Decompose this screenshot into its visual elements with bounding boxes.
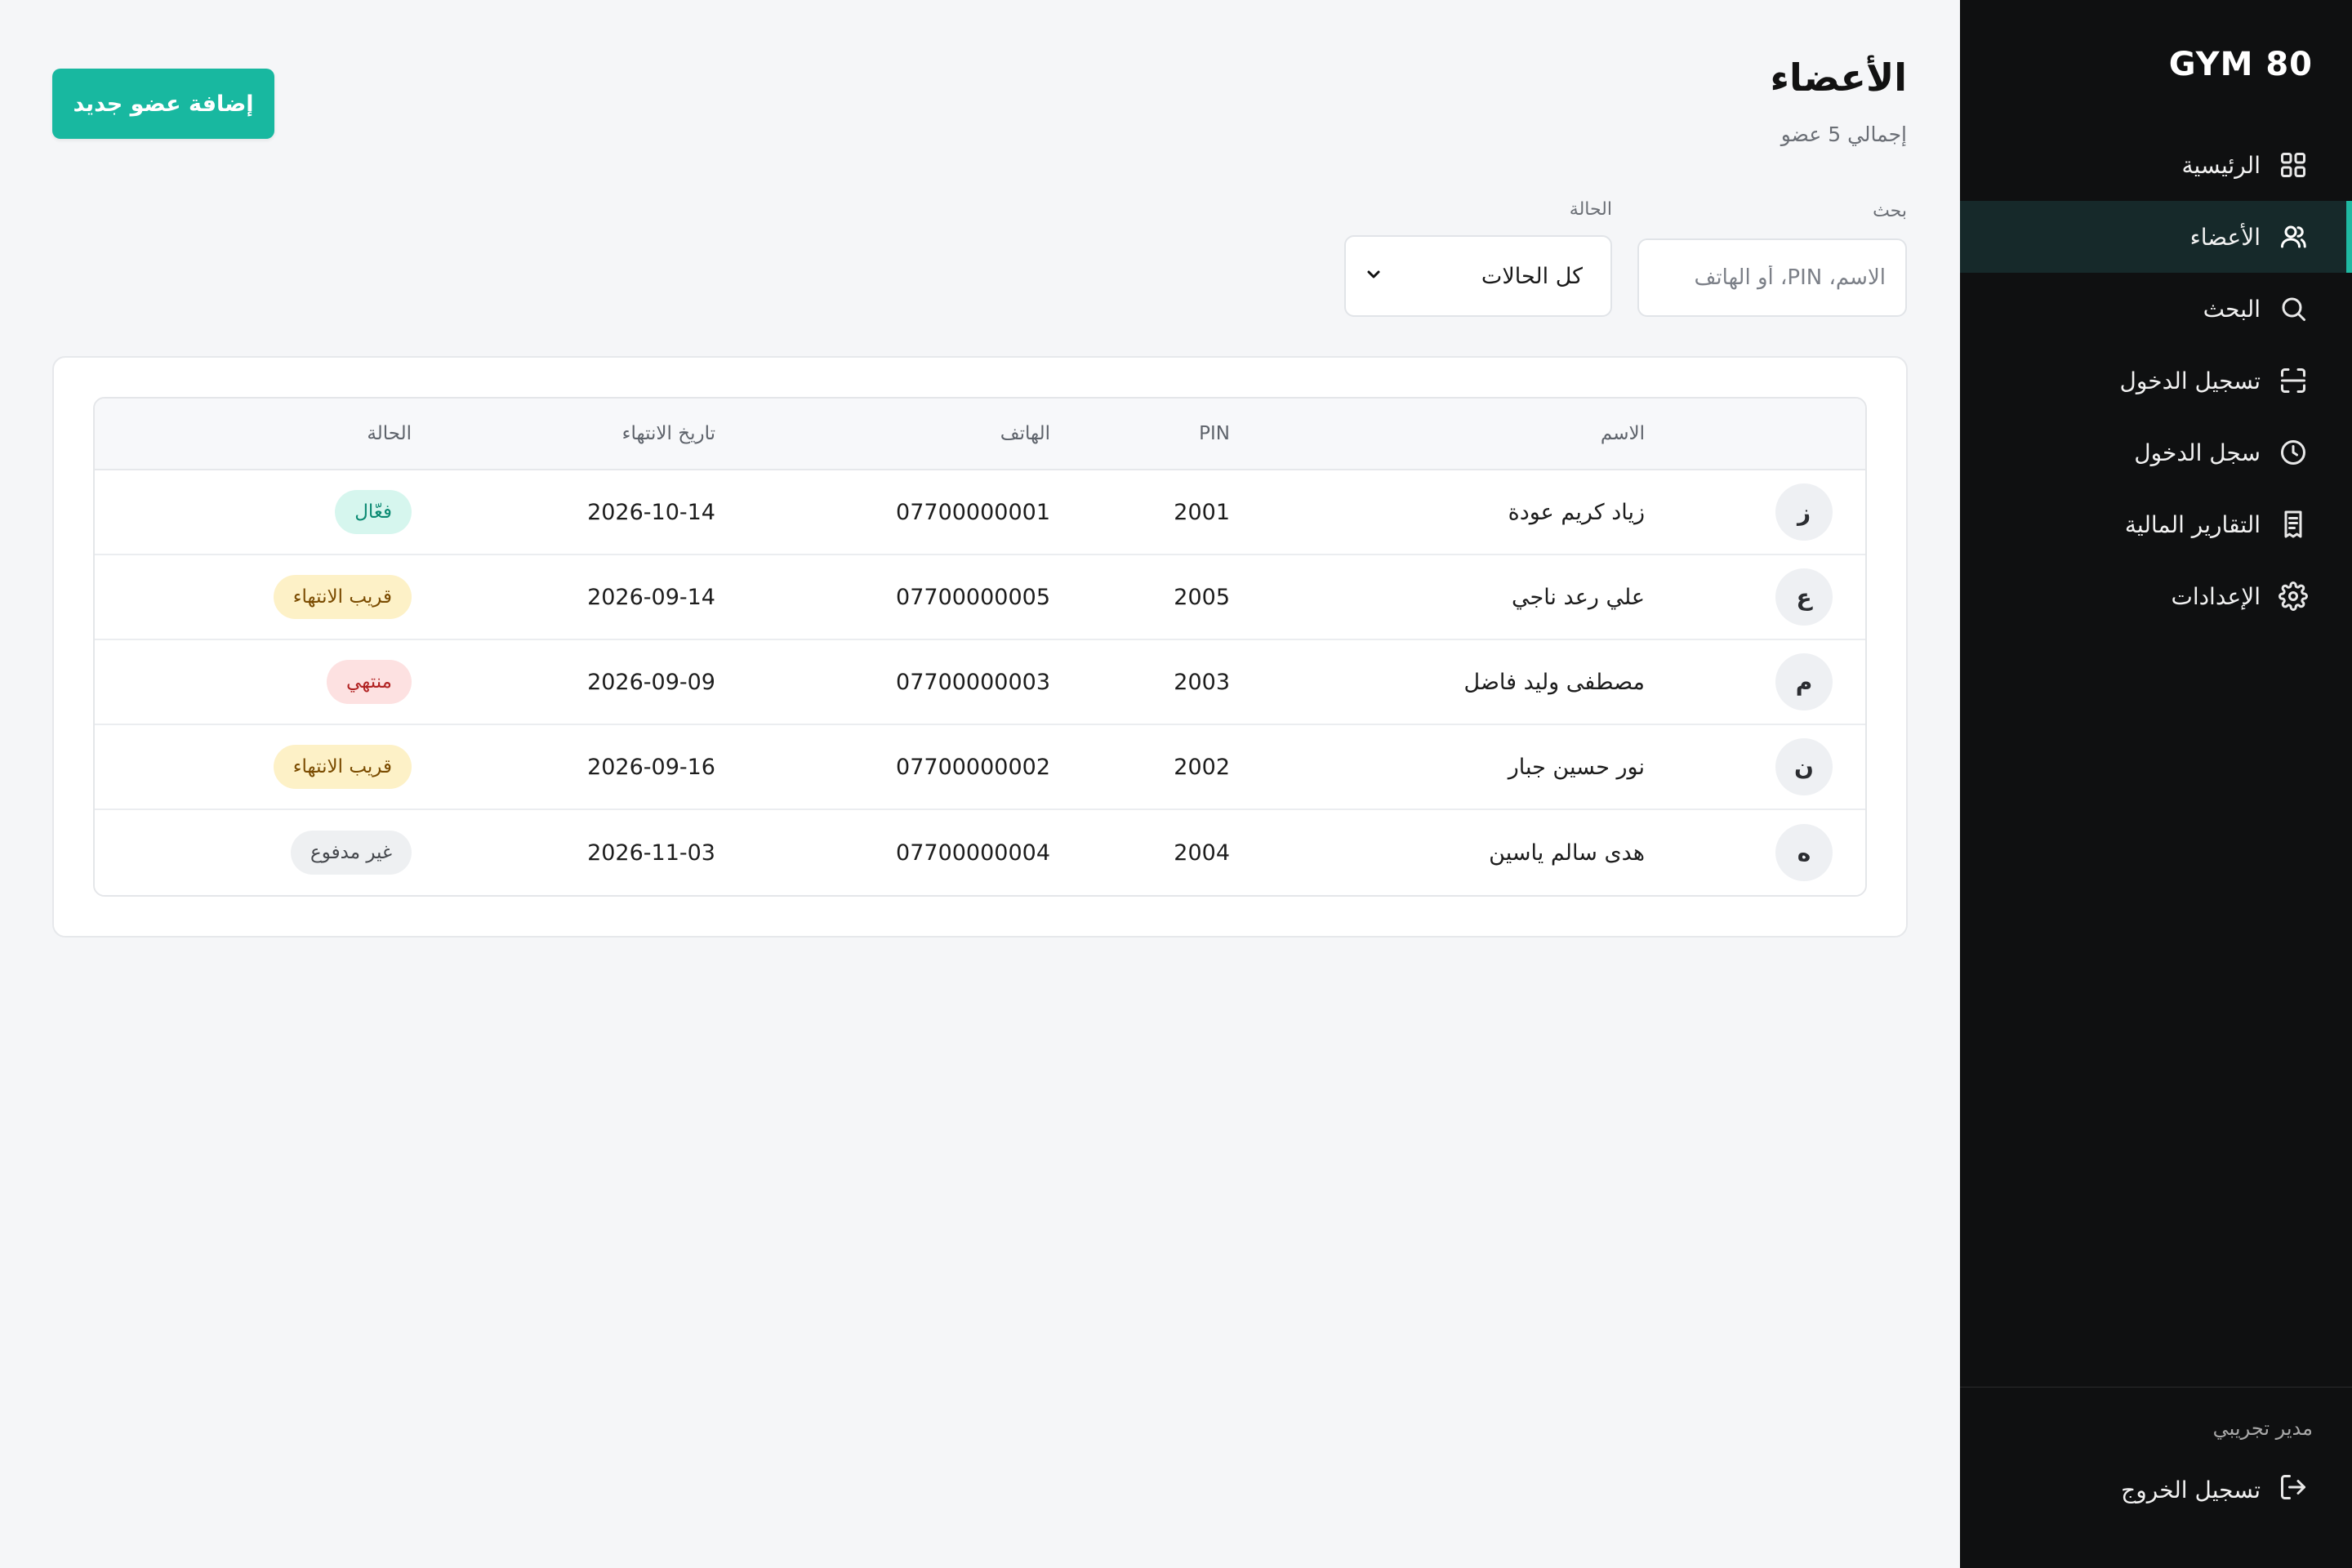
member-name[interactable]: نور حسين جبار: [1508, 725, 1645, 808]
sidebar-item-check-in[interactable]: تسجيل الدخول: [1960, 345, 2352, 416]
member-expiry: 2026-09-09: [587, 669, 715, 695]
member-name[interactable]: زياد كريم عودة: [1508, 470, 1645, 554]
status-badge: قريب الانتهاء: [273, 745, 412, 789]
member-phone: 07700000005: [896, 584, 1050, 610]
member-name[interactable]: مصطفى وليد فاضل: [1464, 640, 1645, 724]
member-pin: 2005: [1174, 584, 1230, 610]
add-member-button[interactable]: إضافة عضو جديد: [52, 69, 274, 139]
avatar: م: [1775, 653, 1833, 710]
sidebar-item-check-in-log[interactable]: سجل الدخول: [1960, 416, 2352, 488]
members-table: الاسم PIN الهاتف تاريخ الانتهاء الحالة ز…: [93, 397, 1867, 897]
table-row[interactable]: ز زياد كريم عودة 2001 07700000001 2026-1…: [95, 470, 1865, 555]
search-label: بحث: [1873, 201, 1907, 221]
app-root: GYM 80 الرئيسية الأعضاء البحث تسجيل الدخ…: [0, 0, 2352, 1568]
sidebar-item-search[interactable]: البحث: [1960, 273, 2352, 345]
status-filter-value: كل الحالات: [1481, 263, 1583, 289]
logout-button[interactable]: تسجيل الخروج: [2121, 1472, 2308, 1508]
sidebar-item-financial-reports[interactable]: التقارير المالية: [1960, 488, 2352, 560]
status-badge: غير مدفوع: [291, 831, 412, 875]
member-expiry: 2026-10-14: [587, 499, 715, 525]
clock-icon: [2278, 438, 2308, 467]
avatar: ز: [1775, 483, 1833, 541]
sidebar-item-members[interactable]: الأعضاء: [1960, 201, 2352, 273]
member-pin: 2004: [1174, 840, 1230, 866]
users-icon: [2278, 222, 2308, 252]
column-header-status[interactable]: الحالة: [367, 399, 412, 469]
sidebar-item-label: الأعضاء: [2189, 223, 2261, 251]
table-row[interactable]: ع علي رعد ناجي 2005 07700000005 2026-09-…: [95, 555, 1865, 640]
members-card: الاسم PIN الهاتف تاريخ الانتهاء الحالة ز…: [52, 356, 1908, 938]
member-pin: 2001: [1174, 499, 1230, 525]
receipt-icon: [2278, 510, 2308, 539]
member-phone: 07700000002: [896, 754, 1050, 780]
column-header-expiry[interactable]: تاريخ الانتهاء: [622, 399, 715, 469]
status-filter-select[interactable]: كل الحالات: [1344, 235, 1612, 317]
table-row[interactable]: ه هدى سالم ياسين 2004 07700000004 2026-1…: [95, 810, 1865, 895]
logout-icon: [2278, 1472, 2308, 1508]
member-phone: 07700000003: [896, 669, 1050, 695]
sidebar-item-label: سجل الدخول: [2134, 439, 2261, 466]
grid-icon: [2278, 150, 2308, 180]
current-user-name: مدير تجريبي: [2212, 1417, 2313, 1440]
sidebar-item-label: البحث: [2203, 295, 2261, 323]
member-name[interactable]: هدى سالم ياسين: [1489, 810, 1645, 895]
column-header-name[interactable]: الاسم: [1601, 399, 1645, 469]
search-input[interactable]: [1637, 238, 1907, 317]
column-header-pin[interactable]: PIN: [1199, 399, 1230, 469]
table-row[interactable]: م مصطفى وليد فاضل 2003 07700000003 2026-…: [95, 640, 1865, 725]
status-badge: منتهي: [327, 660, 412, 704]
status-badge: فعّال: [335, 490, 412, 534]
member-phone: 07700000001: [896, 499, 1050, 525]
search-icon: [2278, 294, 2308, 323]
sidebar-item-home[interactable]: الرئيسية: [1960, 129, 2352, 201]
sidebar-item-label: الإعدادات: [2171, 582, 2261, 610]
table-row[interactable]: ن نور حسين جبار 2002 07700000002 2026-09…: [95, 725, 1865, 810]
avatar: ع: [1775, 568, 1833, 626]
sidebar-item-label: التقارير المالية: [2124, 510, 2261, 538]
member-phone: 07700000004: [896, 840, 1050, 866]
member-name[interactable]: علي رعد ناجي: [1512, 555, 1645, 639]
logout-label: تسجيل الخروج: [2121, 1477, 2261, 1503]
member-expiry: 2026-09-14: [587, 584, 715, 610]
sidebar-item-label: الرئيسية: [2181, 151, 2261, 179]
chevron-down-icon: [1364, 265, 1383, 287]
member-expiry: 2026-09-16: [587, 754, 715, 780]
sidebar-nav: الرئيسية الأعضاء البحث تسجيل الدخول سجل …: [1960, 129, 2352, 632]
brand-logo: GYM 80: [2168, 46, 2313, 83]
avatar: ه: [1775, 824, 1833, 881]
members-count: إجمالي 5 عضو: [1780, 122, 1907, 146]
column-header-phone[interactable]: الهاتف: [1000, 399, 1050, 469]
avatar: ن: [1775, 738, 1833, 795]
sidebar-item-settings[interactable]: الإعدادات: [1960, 560, 2352, 632]
member-pin: 2002: [1174, 754, 1230, 780]
table-header: الاسم PIN الهاتف تاريخ الانتهاء الحالة: [95, 399, 1865, 470]
status-filter-label: الحالة: [1569, 199, 1612, 220]
page-title: الأعضاء: [1770, 56, 1907, 100]
sidebar-item-label: تسجيل الدخول: [2119, 367, 2261, 394]
member-pin: 2003: [1174, 669, 1230, 695]
member-expiry: 2026-11-03: [587, 840, 715, 866]
sidebar: GYM 80 الرئيسية الأعضاء البحث تسجيل الدخ…: [1960, 0, 2352, 1568]
gear-icon: [2278, 581, 2308, 611]
sidebar-footer: مدير تجريبي تسجيل الخروج: [1960, 1387, 2352, 1568]
status-badge: قريب الانتهاء: [273, 575, 412, 619]
scan-icon: [2278, 366, 2308, 395]
